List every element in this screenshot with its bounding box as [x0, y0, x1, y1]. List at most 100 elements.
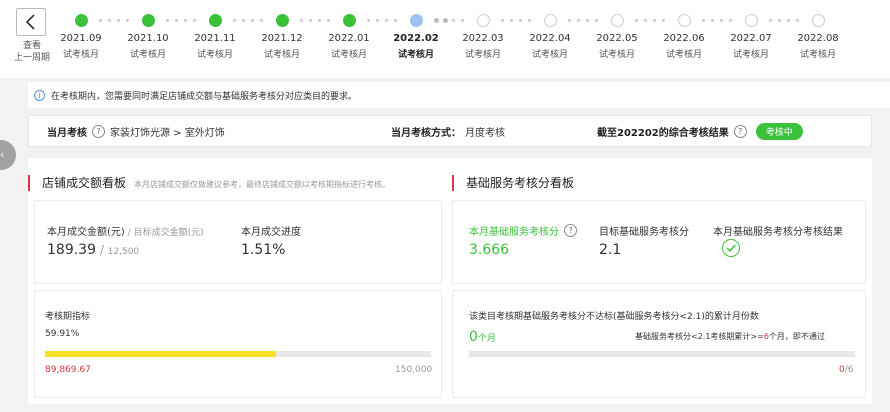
timeline-separator-dot	[233, 19, 236, 22]
future-dot-icon	[476, 14, 490, 27]
timeline-separator-dot	[711, 19, 714, 22]
timeline-node-2022-03[interactable]: 2022.03 试考核月	[448, 14, 518, 60]
help-icon[interactable]: ?	[564, 224, 577, 237]
timeline-separator-dot	[644, 19, 647, 22]
timeline-separator-dot	[434, 18, 439, 23]
timeline-node-2022-07[interactable]: 2022.07 试考核月	[716, 14, 786, 60]
period-label: 考核期指标	[45, 312, 91, 322]
timeline-separator-dot	[443, 18, 448, 23]
service-score-value: 3.666	[469, 242, 510, 258]
timeline-node-2022-04[interactable]: 2022.04 试考核月	[515, 14, 585, 60]
period-progress-fill	[45, 351, 277, 357]
timeline-separator-dot	[108, 19, 111, 22]
timeline-separator-dot	[117, 19, 120, 22]
exam-summary-bar: 当月考核 ? 家装灯饰光源 > 室外灯饰 当月考核方式： 月度考核 截至2022…	[28, 115, 872, 147]
timeline-separator-dot	[309, 19, 312, 22]
future-dot-icon	[543, 14, 557, 27]
shop-monthly-card: 本月成交金额(元) / 目标成交金额(元) 189.39 / 12,500 本月…	[34, 200, 442, 284]
chevron-left-icon	[25, 14, 35, 30]
exam-result-item: 截至202202的综合考核结果 ? 考核中	[597, 116, 803, 146]
progress-value: 1.51%	[241, 242, 286, 258]
exam-method-value: 月度考核	[465, 127, 505, 139]
timeline-separator-dot	[729, 19, 732, 22]
timeline-node-2021-10[interactable]: 2021.10 试考核月	[113, 14, 183, 60]
timeline-separator-dot	[300, 19, 303, 22]
previous-cycle-button[interactable]	[16, 8, 46, 36]
side-collapse-handle[interactable]: ‹	[0, 140, 16, 170]
timeline-separator-dot	[318, 19, 321, 22]
below-months-value: 0个月	[469, 329, 496, 345]
shop-period-card: 考核期指标 59.91% 89,869.67 150,000	[34, 290, 442, 398]
timeline-separator-dot	[501, 19, 504, 22]
info-icon: i	[34, 89, 45, 101]
timeline-separator-dot	[528, 19, 531, 22]
timeline-separator-dot	[452, 19, 455, 22]
below-months-progress-bar	[469, 351, 855, 357]
timeline-node-2022-01[interactable]: 2022.01 试考核月	[314, 14, 384, 60]
timeline-separator-dot	[461, 19, 464, 22]
notice-text: 在考核期内，您需要同时满足店铺成交额与基础服务考核分对应类目的要求。	[51, 91, 358, 102]
timeline-separator-dot	[385, 19, 388, 22]
completed-dot-icon	[275, 14, 289, 27]
timeline-node-2022-05[interactable]: 2022.05 试考核月	[582, 14, 652, 60]
timeline-separator-dot	[769, 19, 772, 22]
chevron-left-icon: ‹	[0, 148, 5, 161]
future-dot-icon	[744, 14, 758, 27]
fail-rule-text: 基础服务考核分<2.1考核期累计>=6个月，即不通过	[635, 332, 825, 341]
timeline-node-2022-02[interactable]: 2022.02 试考核月	[381, 14, 451, 60]
timeline-separator-dot	[126, 19, 129, 22]
timeline-separator-dot	[577, 19, 580, 22]
timeline-separator-dot	[175, 19, 178, 22]
service-target-value: 2.1	[599, 242, 622, 258]
progress-label: 本月成交进度	[241, 227, 301, 238]
category-path: 家装灯饰光源 > 室外灯饰	[110, 127, 225, 139]
period-percent: 59.91%	[45, 329, 80, 339]
timeline-separator-dot	[720, 19, 723, 22]
period-target-value: 150,000	[395, 365, 433, 375]
timeline-node-2021-09[interactable]: 2021.09 试考核月	[46, 14, 116, 60]
timeline-separator-dot	[568, 19, 571, 22]
timeline-separator-dot	[653, 19, 656, 22]
service-board-heading: 基础服务考核分看板	[452, 174, 574, 191]
timeline-separator-dot	[99, 19, 102, 22]
status-badge: 考核中	[755, 122, 803, 140]
timeline-separator-dot	[376, 19, 379, 22]
section-accent-bar	[28, 174, 30, 191]
help-icon[interactable]: ?	[733, 124, 747, 138]
section-accent-bar	[452, 174, 454, 191]
service-target-label: 目标基础服务考核分	[599, 227, 689, 238]
timeline-separator-dot	[635, 19, 638, 22]
timeline-separator-dot	[787, 19, 790, 22]
timeline-node-2021-12[interactable]: 2021.12 试考核月	[247, 14, 317, 60]
monthly-amount-value: 189.39 / 12,500	[47, 242, 140, 258]
help-icon[interactable]: ?	[92, 124, 105, 138]
timeline-separator-dot	[662, 19, 665, 22]
service-monthly-card: 本月基础服务考核分 ? 3.666 目标基础服务考核分 2.1 本月基础服务考核…	[452, 200, 866, 284]
current-dot-icon	[409, 14, 423, 27]
timeline-separator-dot	[242, 19, 245, 22]
future-dot-icon	[811, 14, 825, 27]
timeline-separator-dot	[260, 19, 263, 22]
below-standard-label: 该类目考核期基础服务考核分不达标(基础服务考核分<2.1)的累计月份数	[469, 312, 759, 322]
timeline-separator-dot	[193, 19, 196, 22]
timeline-separator-dot	[184, 19, 187, 22]
timeline-separator-dot	[796, 19, 799, 22]
future-dot-icon	[610, 14, 624, 27]
timeline-node-2022-08[interactable]: 2022.08 试考核月	[783, 14, 853, 60]
service-score-label: 本月基础服务考核分 ?	[469, 223, 582, 238]
timeline-separator-dot	[778, 19, 781, 22]
below-months-count: 0/6	[839, 365, 854, 375]
exam-notice: i 在考核期内，您需要同时满足店铺成交额与基础服务考核分对应类目的要求。	[28, 82, 890, 108]
timeline-node-2022-06[interactable]: 2022.06 试考核月	[649, 14, 719, 60]
timeline-separator-dot	[510, 19, 513, 22]
completed-dot-icon	[208, 14, 222, 27]
timeline-separator-dot	[251, 19, 254, 22]
shop-board-heading: 店铺成交额看板 本月店铺成交额仅做建议参考，最终店铺成交额以考核期指标进行考核。	[28, 174, 390, 191]
future-dot-icon	[677, 14, 691, 27]
period-current-value: 89,869.67	[45, 365, 91, 375]
timeline-separator-dot	[519, 19, 522, 22]
timeline-node-2021-11[interactable]: 2021.11 试考核月	[180, 14, 250, 60]
period-progress-bar	[45, 351, 431, 357]
timeline-separator-dot	[702, 19, 705, 22]
service-period-card: 该类目考核期基础服务考核分不达标(基础服务考核分<2.1)的累计月份数 0个月 …	[452, 290, 866, 398]
